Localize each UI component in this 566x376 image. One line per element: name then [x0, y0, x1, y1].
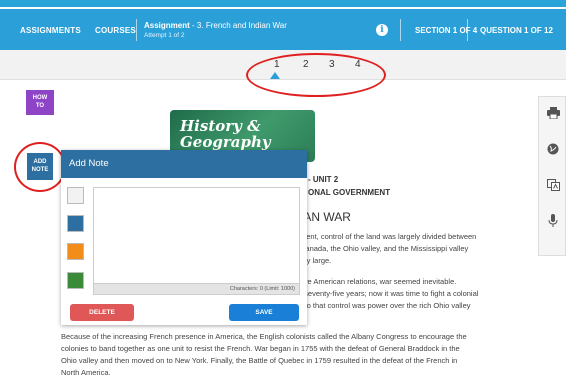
color-swatch-orange[interactable] [67, 243, 84, 260]
paragraph-line: Ohio valley and then moved on to New Yor… [61, 356, 458, 365]
paragraph-line: ment, control of the land was largely di… [300, 232, 477, 241]
nav-assignments-link[interactable]: ASSIGNMENTS [20, 9, 81, 52]
unit-heading: - UNIT 2 [308, 175, 339, 184]
paragraph-line: colonies to band together as one unit to… [61, 344, 460, 353]
paragraph-3: Because of the increasing French presenc… [61, 331, 467, 376]
paragraph-line: r to that control was power over the ric… [300, 301, 471, 310]
banner-title-line2: Geography [180, 133, 271, 151]
annotation-circle-add-note [14, 142, 66, 192]
paragraph-line: Because of the increasing French presenc… [61, 332, 467, 341]
tools-sidebar [538, 96, 566, 256]
assignment-title: Assignment - 3. French and Indian War [144, 21, 287, 30]
color-swatch-green[interactable] [67, 272, 84, 289]
paragraph-line: ery large. [300, 256, 332, 265]
how-to-label-line1: HOW [32, 95, 48, 101]
unit-subheading: ONAL GOVERNMENT [308, 188, 391, 197]
dialog-title: Add Note [61, 150, 307, 178]
info-icon[interactable]: i [376, 24, 388, 36]
how-to-label-line2: TO [35, 103, 45, 109]
banner-title-line1: History & [180, 117, 261, 135]
add-note-dialog: Add Note Characters: 0 (Limit: 1000) DEL… [61, 150, 307, 325]
character-counter: Characters: 0 (Limit: 1000) [93, 284, 300, 295]
nav-divider [467, 19, 468, 41]
paragraph-line: Canada, the Ohio valley, and the Mississ… [300, 244, 469, 253]
nav-divider [400, 19, 401, 41]
paragraph-2: tive American relations, war seemed inev… [300, 276, 478, 312]
nav-courses-link[interactable]: COURSES [95, 9, 136, 52]
top-accent-bar [0, 0, 566, 7]
paragraph-line: tive American relations, war seemed inev… [300, 277, 457, 286]
section-heading: IAN WAR [300, 210, 351, 224]
how-to-button[interactable]: HOW TO [26, 90, 54, 115]
question-indicator[interactable]: QUESTION 1 OF 12 [470, 9, 563, 52]
print-icon[interactable] [539, 99, 566, 131]
paragraph-line: North America. [61, 368, 111, 376]
save-button[interactable]: SAVE [229, 304, 299, 321]
top-navigation-bar: ASSIGNMENTS COURSES Assignment - 3. Fren… [0, 7, 566, 50]
attempt-count: Attempt 1 of 2 [144, 32, 185, 39]
paragraph-line: f seventy-five years; now it was time to… [300, 289, 479, 298]
assignment-name: - 3. French and Indian War [192, 21, 287, 30]
annotation-circle-pager [246, 53, 386, 97]
color-swatch-blue[interactable] [67, 215, 84, 232]
nav-divider [136, 19, 137, 41]
translate-icon[interactable] [539, 171, 566, 203]
color-swatch-gray[interactable] [67, 187, 84, 204]
microphone-icon[interactable] [539, 207, 566, 239]
note-textarea[interactable] [93, 187, 300, 284]
paragraph-1: ment, control of the land was largely di… [300, 231, 476, 267]
delete-button[interactable]: DELETE [70, 304, 134, 321]
assignment-label: Assignment [144, 21, 190, 30]
globe-icon[interactable] [539, 135, 566, 167]
